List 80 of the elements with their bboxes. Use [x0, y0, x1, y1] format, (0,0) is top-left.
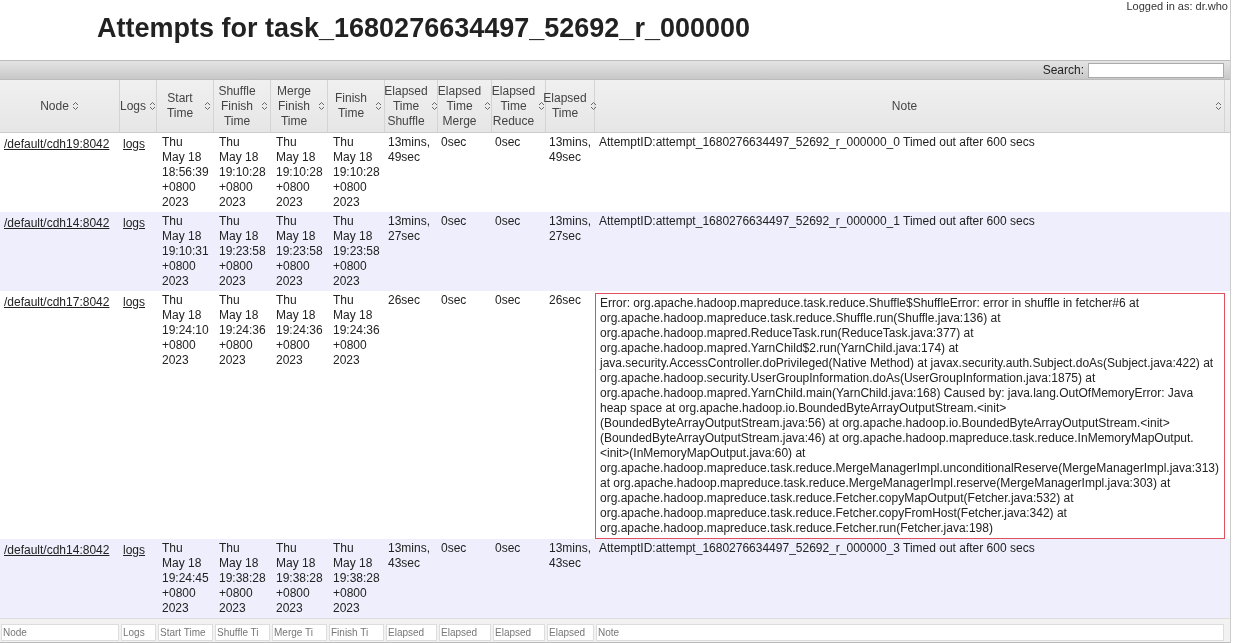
date-cell: Thu May 18 19:24:10 +0800 2023	[162, 293, 209, 368]
filter-field[interactable]: Elapsed	[493, 623, 545, 641]
duration-cell: 26sec	[388, 293, 421, 307]
duration-cell: 0sec	[441, 541, 467, 555]
sort-icon	[430, 101, 438, 112]
node-link[interactable]: /default/cdh14:8042	[4, 543, 110, 557]
filter-field[interactable]: Finish Ti	[329, 623, 384, 641]
sort-icon	[375, 101, 382, 112]
filter-field[interactable]: Logs	[121, 623, 156, 641]
column-header[interactable]: Merge Finish Time	[271, 80, 328, 132]
duration-cell: 0sec	[495, 293, 521, 307]
logs-link[interactable]: logs	[123, 137, 145, 151]
date-cell: Thu May 18 19:23:58 +0800 2023	[276, 214, 323, 289]
column-header[interactable]: Elapsed Time Merge	[438, 80, 492, 132]
column-header[interactable]: Finish Time	[328, 80, 385, 132]
column-header[interactable]: Note	[595, 80, 1225, 132]
date-cell: Thu May 18 19:38:28 +0800 2023	[219, 541, 266, 616]
filter-field[interactable]: Elapsed	[547, 623, 594, 641]
date-cell: Thu May 18 19:23:58 +0800 2023	[333, 214, 380, 289]
duration-cell: 0sec	[441, 293, 467, 307]
logs-link[interactable]: logs	[123, 543, 145, 557]
search-label: Search:	[1042, 62, 1084, 80]
duration-cell: 0sec	[495, 214, 521, 228]
duration-cell: 0sec	[441, 214, 467, 228]
filter-field[interactable]: Shuffle Ti	[215, 623, 270, 641]
duration-cell: 13mins, 27sec	[388, 214, 431, 243]
sort-icon	[589, 101, 597, 112]
duration-cell: 13mins, 43sec	[388, 541, 431, 570]
column-header[interactable]: Logs	[120, 80, 157, 132]
page-title: Attempts for task_1680276634497_52692_r_000000	[97, 12, 750, 45]
filter-field[interactable]: Node	[1, 623, 119, 641]
date-cell: Thu May 18 19:10:28 +0800 2023	[219, 135, 266, 210]
duration-cell: 13mins, 43sec	[549, 541, 592, 570]
sort-icon	[71, 101, 79, 112]
filter-field[interactable]: Start Time	[158, 623, 213, 641]
sort-icon	[261, 101, 268, 112]
date-cell: Thu May 18 19:38:28 +0800 2023	[333, 541, 380, 616]
duration-cell: 0sec	[495, 541, 521, 555]
sort-icon	[318, 101, 325, 112]
column-header[interactable]: Elapsed Time	[546, 80, 595, 132]
sort-icon	[1215, 101, 1222, 112]
node-link[interactable]: /default/cdh14:8042	[4, 216, 110, 230]
date-cell: Thu May 18 19:24:36 +0800 2023	[276, 293, 323, 368]
duration-cell: 13mins, 49sec	[549, 135, 592, 164]
column-header[interactable]: Shuffle Finish Time	[214, 80, 271, 132]
filter-field[interactable]: Note	[596, 623, 1224, 641]
note-cell-text: AttemptID:attempt_1680276634497_52692_r_000000_3 Timed out after 600 secs	[598, 541, 1036, 556]
node-link[interactable]: /default/cdh19:8042	[4, 137, 110, 151]
sort-icon	[538, 101, 546, 112]
date-cell: Thu May 18 19:38:28 +0800 2023	[276, 541, 323, 616]
filter-field[interactable]: Elapsed	[386, 623, 437, 641]
note-cell-text: AttemptID:attempt_1680276634497_52692_r_000000_1 Timed out after 600 secs	[598, 214, 1036, 229]
date-cell: Thu May 18 19:10:28 +0800 2023	[276, 135, 323, 210]
sort-icon	[204, 101, 211, 112]
date-cell: Thu May 18 19:24:45 +0800 2023	[162, 541, 209, 616]
search-field[interactable]	[1088, 62, 1224, 78]
note-cell: Error: org.apache.hadoop.mapreduce.task.reduce.Shuffle$ShuffleError: error in shuffle in fetcher#6 at org.apache.hadoop.mapreduce.task.reduce.Shuffle.run(Shuffle.java:136) at org.apache.hadoop.mapred.ReduceTask.run(ReduceTask.java:377) at org.apache.hadoop.mapred.YarnChild$2.run(YarnChild.java:174) at java.security.AccessController.doPrivileged(Native Method) at javax.security.auth.Subject.doAs(Subject.java:422) at org.apache.hadoop.security.UserGroupInformation.doAs(UserGroupInformation.java:1875) at org.apache.hadoop.mapred.YarnChild.main(YarnChild.java:168) Caused by: java.lang.OutOfMemoryError: Java heap space at org.apache.hadoop.io.BoundedByteArrayOutputStream.<init>(BoundedByteArrayOutputStream.java:56) at org.apache.hadoop.io.BoundedByteArrayOutputStream.<init>(BoundedByteArrayOutputStream.java:46) at org.apache.hadoop.mapreduce.task.reduce.InMemoryMapOutput.<init>(InMemoryMapOutput.java:60) at org.apache.hadoop.mapreduce.task.reduce.MergeManagerImpl.unconditionalReserve(MergeManagerImpl.java:313) at org.apache.hadoop.mapreduce.task.reduce.MergeManagerImpl.reserve(MergeManagerImpl.java:303) at org.apache.hadoop.mapreduce.task.reduce.Fetcher.copyMapOutput(Fetcher.java:532) at org.apache.hadoop.mapreduce.task.reduce.Fetcher.copyFromHost(Fetcher.java:342) at org.apache.hadoop.mapreduce.task.reduce.Fetcher.run(Fetcher.java:198)	[595, 293, 1225, 539]
duration-cell: 13mins, 27sec	[549, 214, 592, 243]
filter-field[interactable]: Elapsed	[439, 623, 491, 641]
column-header[interactable]: Node	[0, 80, 120, 132]
date-cell: Thu May 18 19:10:28 +0800 2023	[333, 135, 380, 210]
logs-link[interactable]: logs	[123, 216, 145, 230]
logs-link[interactable]: logs	[123, 295, 145, 309]
filter-field[interactable]: Merge Ti	[272, 623, 327, 641]
date-cell: Thu May 18 19:24:36 +0800 2023	[333, 293, 380, 368]
date-cell: Thu May 18 19:23:58 +0800 2023	[219, 214, 266, 289]
duration-cell: 26sec	[549, 293, 582, 307]
date-cell: Thu May 18 19:10:31 +0800 2023	[162, 214, 209, 289]
node-link[interactable]: /default/cdh17:8042	[4, 295, 110, 309]
duration-cell: 0sec	[441, 135, 467, 149]
note-cell-text: AttemptID:attempt_1680276634497_52692_r_000000_0 Timed out after 600 secs	[598, 135, 1036, 150]
duration-cell: 13mins, 49sec	[388, 135, 431, 164]
column-header[interactable]: Start Time	[157, 80, 214, 132]
sort-icon	[149, 101, 156, 112]
date-cell: Thu May 18 19:24:36 +0800 2023	[219, 293, 266, 368]
duration-cell: 0sec	[495, 135, 521, 149]
sort-icon	[484, 101, 492, 112]
column-header[interactable]: Elapsed Time Shuffle	[385, 80, 438, 132]
login-status: Logged in as: dr.who	[1126, 0, 1228, 12]
date-cell: Thu May 18 18:56:39 +0800 2023	[162, 135, 209, 210]
